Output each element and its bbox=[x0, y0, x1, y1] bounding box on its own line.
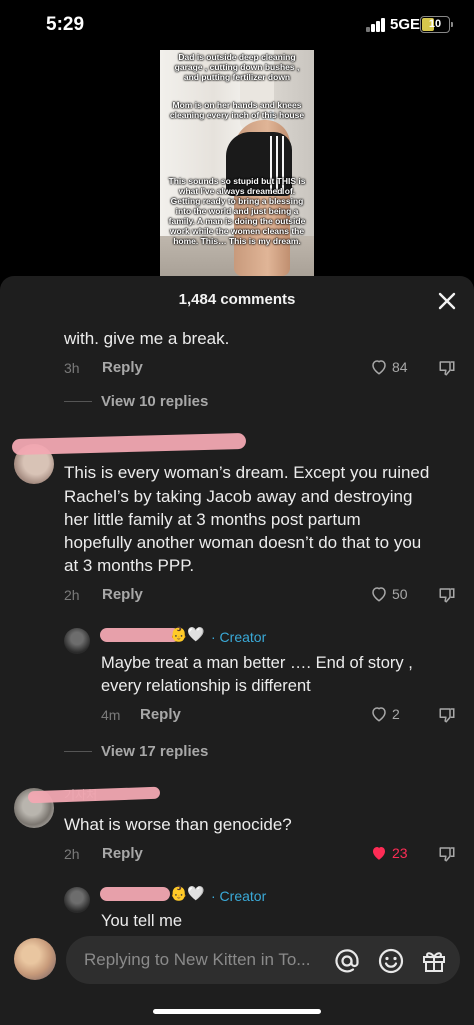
comment-text-line-3: her little family at 3 months post partu… bbox=[64, 510, 361, 529]
heart-icon bbox=[372, 360, 386, 375]
signal-icon bbox=[366, 18, 388, 32]
emoji-icon[interactable] bbox=[378, 948, 404, 974]
reply-time: 4m bbox=[101, 707, 121, 723]
view-replies-button[interactable]: View 17 replies bbox=[101, 743, 208, 760]
baby-emoji-icon: 👶🤍 bbox=[170, 626, 205, 642]
reply-button[interactable]: Reply bbox=[102, 586, 143, 603]
battery-icon: 10 bbox=[420, 16, 453, 33]
like-button[interactable]: 2 bbox=[370, 705, 410, 725]
like-button[interactable]: 84 bbox=[370, 358, 410, 378]
network-label: 5GE bbox=[390, 16, 421, 33]
status-time: 5:29 bbox=[46, 14, 85, 35]
home-indicator[interactable] bbox=[153, 1009, 321, 1014]
dislike-icon[interactable] bbox=[438, 359, 456, 377]
like-button-liked[interactable]: 23 bbox=[370, 844, 410, 864]
redacted-username bbox=[27, 786, 161, 804]
comment-text: with. give me a break. bbox=[64, 329, 230, 348]
reply-button[interactable]: Reply bbox=[102, 845, 143, 862]
comments-sheet: 1,484 comments with. give me a break. 3h… bbox=[0, 276, 474, 1025]
user-avatar bbox=[14, 938, 56, 980]
dislike-icon[interactable] bbox=[438, 845, 456, 863]
divider bbox=[64, 751, 92, 752]
video-caption-1: Dad is outside deep cleaning garage , cu… bbox=[174, 52, 300, 82]
heart-filled-icon bbox=[373, 847, 385, 860]
creator-badge: · Creator bbox=[211, 888, 267, 904]
comment-input[interactable]: Replying to New Kitten in To... bbox=[66, 936, 460, 984]
baby-emoji-icon: 👶🤍 bbox=[170, 885, 205, 901]
comment-text-line-2: Rachel’s by taking Jacob away and destro… bbox=[64, 487, 413, 506]
reply-text: You tell me bbox=[101, 912, 183, 930]
comment-text-line-5: at 3 months PPP. bbox=[64, 556, 195, 575]
redacted-username bbox=[100, 887, 170, 901]
creator-badge: · Creator bbox=[211, 629, 267, 645]
comment-time: 2h bbox=[64, 846, 80, 862]
like-count: 23 bbox=[392, 845, 408, 861]
reply-button[interactable]: Reply bbox=[140, 706, 181, 723]
heart-icon bbox=[372, 707, 386, 722]
like-count: 2 bbox=[392, 706, 400, 722]
comment-text-line-4: hopefully another woman doesn’t do that … bbox=[64, 533, 422, 552]
reply-button[interactable]: Reply bbox=[102, 359, 143, 376]
video-caption-2: Mom is on her hands and knees cleaning e… bbox=[169, 100, 305, 120]
dislike-icon[interactable] bbox=[438, 586, 456, 604]
reply-text-line-2: every relationship is different bbox=[101, 677, 311, 695]
creator-avatar[interactable] bbox=[64, 887, 90, 913]
comment-text-line-1: This is every woman’s dream. Except you … bbox=[64, 463, 430, 482]
battery-level: 10 bbox=[428, 18, 442, 30]
close-icon[interactable] bbox=[436, 290, 458, 312]
comment-time: 3h bbox=[64, 360, 80, 376]
creator-avatar[interactable] bbox=[64, 628, 90, 654]
like-count: 50 bbox=[392, 586, 408, 602]
redacted-username bbox=[11, 432, 247, 456]
comment-time: 2h bbox=[64, 587, 80, 603]
video-caption-3: This sounds so stupid but THIS is what I… bbox=[168, 176, 306, 246]
like-button[interactable]: 50 bbox=[370, 585, 410, 605]
heart-icon bbox=[372, 587, 386, 602]
mention-icon[interactable] bbox=[334, 948, 360, 974]
comment-text: What is worse than genocide? bbox=[64, 815, 292, 834]
video-preview[interactable]: Dad is outside deep cleaning garage , cu… bbox=[160, 50, 314, 276]
divider bbox=[64, 401, 92, 402]
reply-text-line-1: Maybe treat a man better …. End of story… bbox=[101, 654, 413, 672]
gift-icon[interactable] bbox=[421, 948, 447, 974]
redacted-username bbox=[100, 628, 180, 642]
like-count: 84 bbox=[392, 359, 408, 375]
view-replies-button[interactable]: View 10 replies bbox=[101, 393, 208, 410]
comment-input-placeholder: Replying to New Kitten in To... bbox=[84, 950, 311, 969]
status-bar: 5:29 5GE 10 bbox=[0, 0, 474, 50]
comments-count-title: 1,484 comments bbox=[178, 291, 296, 308]
dislike-icon[interactable] bbox=[438, 706, 456, 724]
